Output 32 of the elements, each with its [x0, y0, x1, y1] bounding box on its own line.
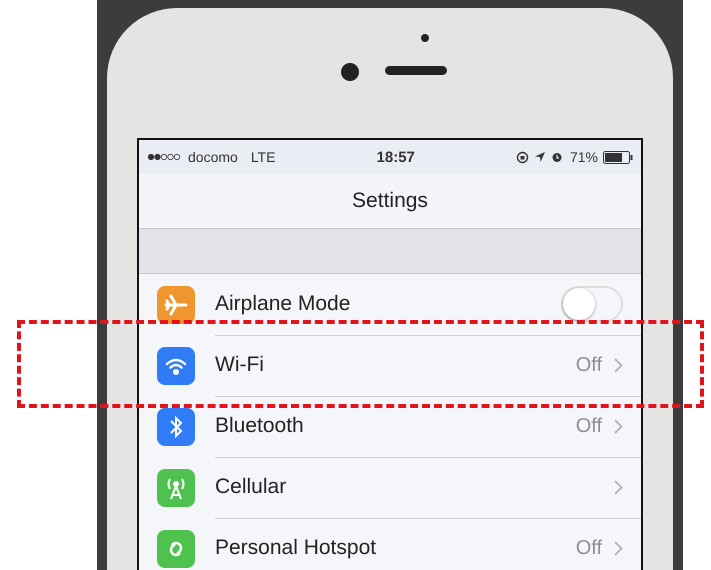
wifi-icon [157, 346, 195, 384]
hotspot-icon [157, 530, 195, 568]
settings-row[interactable]: Airplane Mode [139, 274, 641, 335]
airplane-icon [157, 286, 195, 324]
network-type: LTE [250, 149, 276, 165]
clock-time: 18:57 [376, 148, 415, 166]
row-label: Wi-Fi [215, 353, 264, 377]
battery-icon [602, 150, 633, 164]
row-label: Airplane Mode [215, 292, 350, 316]
row-label: Personal Hotspot [215, 536, 376, 560]
row-value: Off [576, 354, 602, 376]
row-value: Off [576, 414, 602, 438]
settings-row[interactable]: Personal Hotspot Off [139, 518, 641, 570]
chevron-icon [614, 358, 623, 372]
cellular-icon [157, 468, 195, 506]
signal-dots-icon [147, 153, 181, 161]
alarm-clock-icon [550, 151, 563, 163]
bluetooth-icon [157, 408, 195, 446]
settings-row[interactable]: Cellular [139, 457, 641, 518]
location-arrow-icon [534, 151, 546, 163]
chevron-icon [614, 540, 623, 556]
settings-title: Settings [352, 189, 428, 213]
row-value: Off [576, 536, 602, 560]
battery-percent: 71% [570, 149, 598, 165]
row-label: Bluetooth [215, 414, 304, 438]
chevron-icon [614, 480, 623, 494]
row-label: Cellular [215, 475, 286, 499]
settings-row[interactable]: Wi-Fi Off [139, 335, 641, 396]
toggle-switch[interactable] [561, 286, 623, 322]
carrier-name: docomo [188, 149, 238, 165]
settings-row[interactable]: Bluetooth Off [139, 396, 641, 457]
chevron-icon [614, 418, 623, 434]
